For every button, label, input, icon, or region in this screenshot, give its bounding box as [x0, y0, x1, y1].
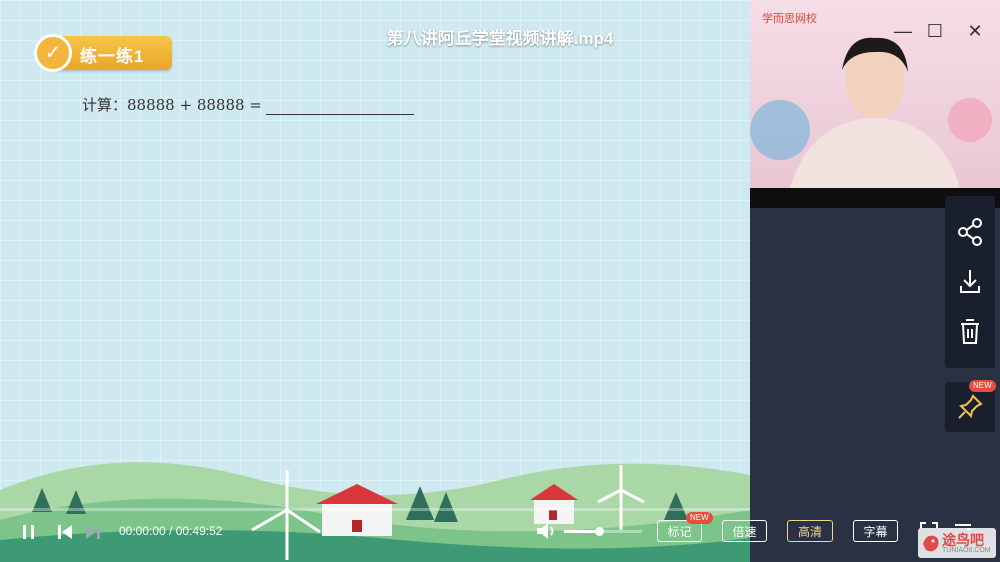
speed-button[interactable]: 倍速	[722, 520, 767, 542]
mark-new-tag: NEW	[686, 512, 713, 524]
download-button[interactable]	[945, 262, 995, 302]
watermark-sub: TUNIAO8.COM	[942, 547, 991, 554]
delete-button[interactable]	[945, 312, 995, 352]
download-icon	[960, 270, 980, 293]
answer-blank	[265, 98, 414, 115]
time-current: 00:00:00	[119, 524, 166, 538]
exercise-badge-label: 练一练1	[80, 47, 145, 66]
time-separator: /	[165, 524, 176, 538]
close-button[interactable]: ✕	[962, 18, 988, 44]
subtitle-button[interactable]: 字幕	[853, 520, 898, 542]
math-question: 计算：88888 + 88888 =	[82, 94, 414, 115]
pause-icon[interactable]	[18, 521, 40, 543]
exercise-badge: 练一练1 ✓	[34, 34, 174, 72]
quality-button[interactable]: 高清	[787, 520, 833, 542]
maximize-button[interactable]: ☐	[922, 18, 948, 44]
site-watermark: 途鸟吧 TUNIAO8.COM	[918, 528, 996, 558]
progress-bar[interactable]	[0, 508, 750, 511]
pin-button[interactable]: NEW	[945, 380, 996, 432]
player-controls: 00:00:00 / 00:49:52 标记 NEW 倍速 高清 字幕	[0, 508, 1000, 562]
next-icon[interactable]	[82, 521, 104, 543]
question-text: 计算：88888 + 88888 =	[82, 96, 262, 114]
volume-fill	[564, 530, 600, 533]
checkmark-icon: ✓	[34, 34, 72, 72]
volume-knob[interactable]	[595, 527, 605, 536]
share-button[interactable]	[945, 212, 995, 252]
bird-logo-icon	[923, 535, 939, 552]
pin-new-tag: NEW	[969, 380, 996, 392]
volume-slider[interactable]	[564, 527, 642, 536]
volume-icon[interactable]	[534, 520, 558, 542]
trash-icon	[961, 319, 979, 344]
mark-button-label: 标记	[667, 525, 692, 539]
share-icon	[958, 218, 982, 246]
video-stage[interactable]: 练一练1 ✓ 计算：88888 + 88888 =	[0, 0, 750, 562]
mark-button[interactable]: 标记 NEW	[657, 512, 713, 542]
minimize-button[interactable]: —	[890, 18, 916, 44]
previous-icon[interactable]	[54, 521, 76, 543]
side-toolbar	[945, 196, 995, 368]
time-total: 00:49:52	[175, 524, 223, 538]
time-display: 00:00:00 / 00:49:52	[119, 524, 222, 538]
